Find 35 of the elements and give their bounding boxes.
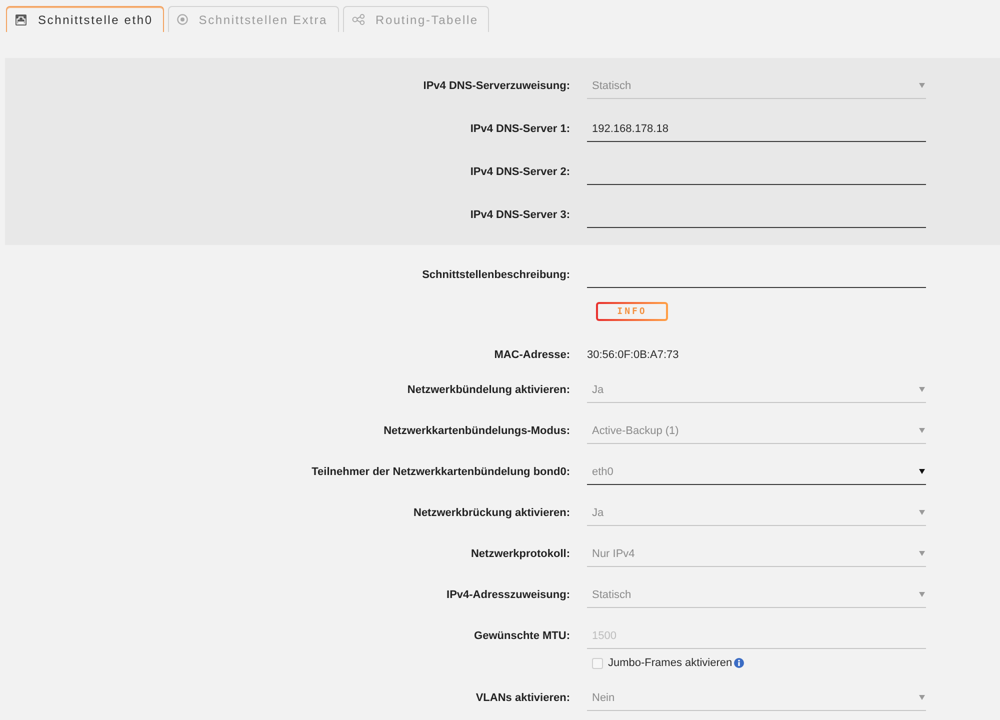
tab[interactable]: Schnittstelle eth0 xyxy=(6,6,164,32)
caret-icon xyxy=(919,695,925,700)
field-label: Teilnehmer der Netzwerkkartenbündelung bond0: xyxy=(312,466,570,478)
target-icon xyxy=(176,14,188,25)
field-label: IPv4 DNS-Server 2: xyxy=(470,166,570,178)
field-value: 30:56:0F:0B:A7:73 xyxy=(587,349,679,361)
info-icon[interactable] xyxy=(734,658,744,668)
field-label: IPv4 DNS-Server 1: xyxy=(470,123,570,135)
field-label: IPv4 DNS-Server 3: xyxy=(470,209,570,221)
field-label: Netzwerkbrückung aktivieren: xyxy=(414,507,570,519)
caret-icon xyxy=(919,469,925,474)
caret-icon xyxy=(919,83,925,88)
caret-icon xyxy=(919,592,925,597)
field-label: VLANs aktivieren: xyxy=(476,692,570,704)
input-field[interactable]: 192.168.178.18 xyxy=(587,116,926,142)
tab[interactable]: Schnittstellen Extra xyxy=(168,6,339,32)
tab[interactable]: Routing-Tabelle xyxy=(342,6,490,32)
caret-icon xyxy=(919,428,925,433)
caret-icon xyxy=(919,387,925,392)
field-label: Schnittstellenbeschreibung: xyxy=(422,269,570,281)
field-label: Netzwerkprotokoll: xyxy=(470,548,570,560)
field-label: Netzwerkbündelung aktivieren: xyxy=(407,384,570,396)
field-label: Gewünschte MTU: xyxy=(474,630,570,642)
field-label: MAC-Adresse: xyxy=(494,349,570,361)
checkbox[interactable] xyxy=(592,658,603,668)
info-button[interactable]: INFO xyxy=(596,302,668,321)
checkbox-label: Jumbo-Frames aktivieren xyxy=(608,657,732,669)
field-label: Netzwerkkartenbündelungs-Modus: xyxy=(384,425,570,437)
field-label: IPv4-Adresszuweisung: xyxy=(446,589,570,601)
share-icon xyxy=(352,14,365,25)
select-field[interactable]: eth0 xyxy=(587,459,926,485)
field-label: IPv4 DNS-Serverzuweisung: xyxy=(423,80,570,92)
caret-icon xyxy=(919,551,925,556)
ethernet-port-icon xyxy=(15,14,27,26)
caret-icon xyxy=(919,510,925,515)
